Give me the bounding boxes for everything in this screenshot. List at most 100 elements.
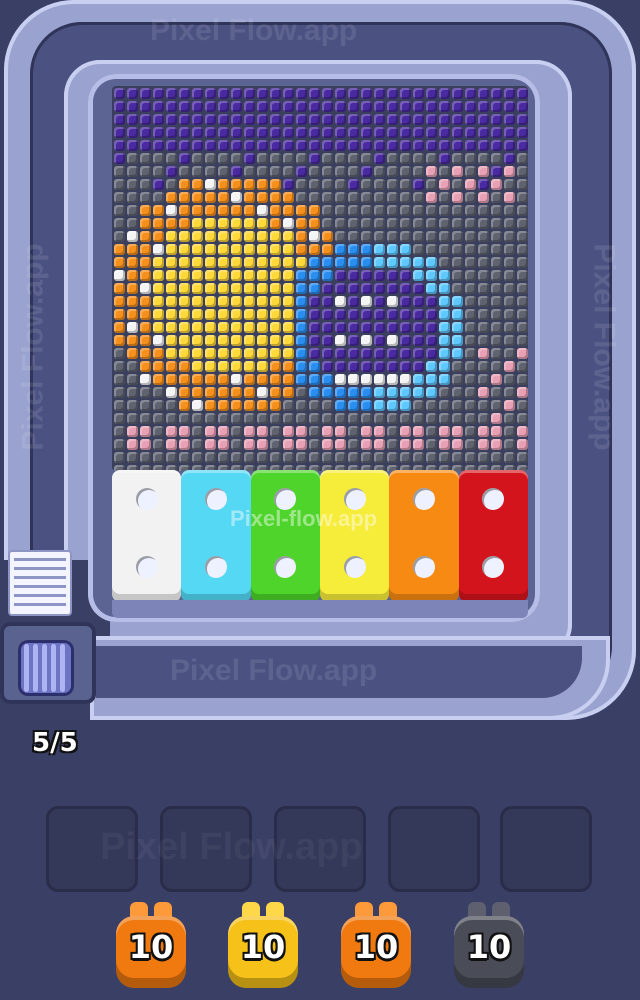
pixel-cell bbox=[257, 140, 268, 151]
pixel-cell bbox=[465, 127, 476, 138]
pixel-cell bbox=[491, 283, 502, 294]
pixel-cell bbox=[348, 426, 359, 437]
bucket-green[interactable] bbox=[250, 470, 320, 602]
pixel-cell bbox=[114, 322, 125, 333]
pixel-cell bbox=[478, 231, 489, 242]
pixel-cell bbox=[413, 244, 424, 255]
pixel-cell bbox=[322, 400, 333, 411]
pixel-cell bbox=[218, 179, 229, 190]
holding-slot[interactable] bbox=[388, 806, 480, 892]
pixel-cell bbox=[205, 88, 216, 99]
pixel-cell bbox=[465, 374, 476, 385]
pixel-cell bbox=[244, 374, 255, 385]
pixel-cell bbox=[400, 179, 411, 190]
pixel-cell bbox=[387, 101, 398, 112]
pixel-cell bbox=[244, 179, 255, 190]
pixel-cell bbox=[270, 322, 281, 333]
pixel-cell bbox=[283, 257, 294, 268]
pixel-cell bbox=[283, 400, 294, 411]
pixel-cell bbox=[127, 270, 138, 281]
pixel-cell bbox=[179, 205, 190, 216]
pixel-cell bbox=[374, 127, 385, 138]
pixel-cell bbox=[257, 270, 268, 281]
pixel-cell bbox=[491, 426, 502, 437]
bucket-red[interactable] bbox=[458, 470, 528, 602]
pixel-cell bbox=[244, 114, 255, 125]
pixel-cell bbox=[374, 452, 385, 463]
bucket-yellow[interactable] bbox=[319, 470, 390, 602]
shooter-yellow[interactable]: 10 bbox=[228, 902, 298, 988]
pixel-cell bbox=[478, 322, 489, 333]
pixel-cell bbox=[413, 439, 424, 450]
shooter-orange[interactable]: 10 bbox=[341, 902, 411, 988]
pixel-cell bbox=[400, 257, 411, 268]
pixel-cell bbox=[400, 400, 411, 411]
pixel-cell bbox=[335, 140, 346, 151]
pixel-cell bbox=[166, 231, 177, 242]
pixel-cell bbox=[244, 127, 255, 138]
pixel-cell bbox=[257, 88, 268, 99]
pixel-cell bbox=[257, 101, 268, 112]
pixel-cell bbox=[205, 101, 216, 112]
pixel-cell bbox=[322, 218, 333, 229]
pixel-cell bbox=[296, 413, 307, 424]
pixel-cell bbox=[374, 88, 385, 99]
pixel-cell bbox=[153, 309, 164, 320]
pixel-cell bbox=[426, 114, 437, 125]
pixel-cell bbox=[517, 335, 528, 346]
holding-slot[interactable] bbox=[500, 806, 592, 892]
pixel-cell bbox=[309, 439, 320, 450]
pixel-cell bbox=[478, 348, 489, 359]
pixel-cell bbox=[361, 374, 372, 385]
pixel-cell bbox=[244, 296, 255, 307]
bucket-hole bbox=[343, 556, 366, 578]
pixel-cell bbox=[140, 88, 151, 99]
pixel-cell bbox=[270, 296, 281, 307]
bucket-white[interactable] bbox=[112, 470, 182, 602]
pixel-cell bbox=[205, 231, 216, 242]
pixel-cell bbox=[218, 166, 229, 177]
pixel-cell bbox=[296, 218, 307, 229]
pixel-cell bbox=[179, 166, 190, 177]
pixel-cell bbox=[322, 205, 333, 216]
pixel-cell bbox=[205, 140, 216, 151]
bucket-orange[interactable] bbox=[389, 470, 459, 602]
pixel-cell bbox=[205, 192, 216, 203]
pixel-cell bbox=[231, 400, 242, 411]
pixel-cell bbox=[244, 387, 255, 398]
pixel-cell bbox=[205, 205, 216, 216]
pixel-cell bbox=[140, 140, 151, 151]
pixel-cell bbox=[179, 270, 190, 281]
pixel-cell bbox=[491, 88, 502, 99]
pixel-cell bbox=[361, 439, 372, 450]
pixel-cell bbox=[192, 348, 203, 359]
pixel-cell bbox=[465, 270, 476, 281]
pixel-cell bbox=[231, 439, 242, 450]
pixel-cell bbox=[244, 244, 255, 255]
pixel-cell bbox=[452, 140, 463, 151]
pixel-cell bbox=[517, 257, 528, 268]
pixel-cell bbox=[517, 426, 528, 437]
pixel-cell bbox=[296, 335, 307, 346]
pixel-cell bbox=[335, 361, 346, 372]
pixel-cell bbox=[231, 348, 242, 359]
shooter-dark-grey[interactable]: 10 bbox=[454, 902, 524, 988]
bucket-hole bbox=[412, 556, 435, 578]
pixel-cell bbox=[283, 88, 294, 99]
pixel-cell bbox=[413, 114, 424, 125]
pixel-cell bbox=[439, 127, 450, 138]
pixel-cell bbox=[387, 335, 398, 346]
bucket-cyan[interactable] bbox=[181, 470, 251, 602]
pixel-cell bbox=[270, 283, 281, 294]
pixel-cell bbox=[361, 192, 372, 203]
pixel-cell bbox=[205, 335, 216, 346]
pixel-cell bbox=[153, 335, 164, 346]
pixel-cell bbox=[374, 283, 385, 294]
pixel-cell bbox=[205, 114, 216, 125]
pixel-cell bbox=[309, 166, 320, 177]
pixel-cell bbox=[452, 400, 463, 411]
shooter-orange[interactable]: 10 bbox=[116, 902, 186, 988]
pixel-cell bbox=[114, 387, 125, 398]
pixel-cell bbox=[166, 218, 177, 229]
pixel-cell bbox=[322, 374, 333, 385]
